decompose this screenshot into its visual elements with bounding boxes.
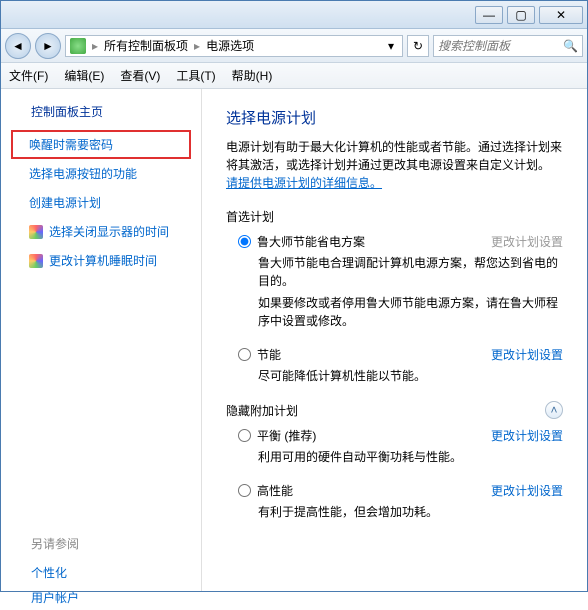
plan-ludashi: 鲁大师节能省电方案 更改计划设置 鲁大师节能电合理调配计算机电源方案，帮您达到省… bbox=[226, 233, 563, 330]
minimize-button[interactable]: — bbox=[475, 6, 503, 24]
minimize-icon: — bbox=[483, 8, 495, 22]
sidebar-link-label: 唤醒时需要密码 bbox=[29, 136, 113, 153]
plan-desc: 有利于提高性能，但会增加功耗。 bbox=[258, 503, 563, 521]
plan-radio-balanced[interactable]: 平衡 (推荐) bbox=[238, 427, 316, 444]
plan-saver: 节能 更改计划设置 尽可能降低计算机性能以节能。 bbox=[226, 346, 563, 385]
breadcrumb-dropdown[interactable]: ▾ bbox=[384, 39, 398, 53]
sidebar-link-label: 选择关闭显示器的时间 bbox=[49, 223, 169, 240]
forward-button[interactable]: ► bbox=[35, 33, 61, 59]
sidebar-link-power-button[interactable]: 选择电源按钮的功能 bbox=[11, 159, 191, 188]
content: 选择电源计划 电源计划有助于最大化计算机的性能或者节能。通过选择计划来将其激活，… bbox=[201, 89, 587, 591]
cp-icon bbox=[70, 38, 86, 54]
search-input[interactable] bbox=[438, 39, 563, 53]
back-button[interactable]: ◄ bbox=[5, 33, 31, 59]
plan-desc: 利用可用的硬件自动平衡功耗与性能。 bbox=[258, 448, 563, 466]
menu-help[interactable]: 帮助(H) bbox=[232, 67, 273, 84]
arrow-left-icon: ◄ bbox=[12, 39, 24, 53]
chevron-right-icon: ▸ bbox=[92, 39, 98, 53]
titlebar: — ▢ ✕ bbox=[1, 1, 587, 29]
menu-tools[interactable]: 工具(T) bbox=[176, 67, 215, 84]
sidebar-head[interactable]: 控制面板主页 bbox=[11, 103, 191, 120]
crumb-all-items[interactable]: 所有控制面板项 bbox=[104, 37, 188, 54]
close-icon: ✕ bbox=[556, 8, 566, 22]
search-box[interactable]: 🔍 bbox=[433, 35, 583, 57]
info-link[interactable]: 请提供电源计划的详细信息。 bbox=[226, 176, 382, 190]
plan-balanced: 平衡 (推荐) 更改计划设置 利用可用的硬件自动平衡功耗与性能。 bbox=[226, 427, 563, 466]
plan-radio-saver[interactable]: 节能 bbox=[238, 346, 281, 363]
menu-edit[interactable]: 编辑(E) bbox=[64, 67, 104, 84]
sidebar-link-label: 选择电源按钮的功能 bbox=[29, 165, 137, 182]
section-preferred: 首选计划 bbox=[226, 208, 563, 225]
chevron-right-icon: ▸ bbox=[194, 39, 200, 53]
plan-radio-ludashi[interactable]: 鲁大师节能省电方案 bbox=[238, 233, 365, 250]
plan-high: 高性能 更改计划设置 有利于提高性能，但会增加功耗。 bbox=[226, 482, 563, 521]
change-plan-link[interactable]: 更改计划设置 bbox=[491, 482, 563, 499]
see-also: 另请参阅 个性化 用户帐户 bbox=[11, 535, 191, 610]
change-plan-link[interactable]: 更改计划设置 bbox=[491, 427, 563, 444]
refresh-icon: ↻ bbox=[413, 39, 423, 53]
chevron-up-icon: ˄ bbox=[550, 403, 557, 417]
sidebar-link-wake-password[interactable]: 唤醒时需要密码 bbox=[11, 130, 191, 159]
breadcrumb[interactable]: ▸ 所有控制面板项 ▸ 电源选项 ▾ bbox=[65, 35, 403, 57]
sidebar-link-label: 创建电源计划 bbox=[29, 194, 101, 211]
page-description: 电源计划有助于最大化计算机的性能或者节能。通过选择计划来将其激活，或选择计划并通… bbox=[226, 138, 563, 192]
see-also-personalization[interactable]: 个性化 bbox=[31, 560, 191, 585]
refresh-button[interactable]: ↻ bbox=[407, 35, 429, 57]
sidebar-link-label: 更改计算机睡眠时间 bbox=[49, 252, 157, 269]
arrow-right-icon: ► bbox=[42, 39, 54, 53]
maximize-button[interactable]: ▢ bbox=[507, 6, 535, 24]
section-label: 首选计划 bbox=[226, 208, 274, 225]
maximize-icon: ▢ bbox=[515, 8, 526, 22]
sidebar-link-display-off[interactable]: 选择关闭显示器的时间 bbox=[11, 217, 191, 246]
sidebar: 控制面板主页 唤醒时需要密码 选择电源按钮的功能 创建电源计划 选择关闭显示器的… bbox=[1, 89, 201, 591]
sidebar-link-create-plan[interactable]: 创建电源计划 bbox=[11, 188, 191, 217]
page-title: 选择电源计划 bbox=[226, 107, 563, 128]
collapse-button[interactable]: ˄ bbox=[545, 401, 563, 419]
change-plan-link[interactable]: 更改计划设置 bbox=[491, 346, 563, 363]
search-icon: 🔍 bbox=[563, 39, 578, 53]
crumb-power-options[interactable]: 电源选项 bbox=[206, 37, 254, 54]
section-label: 隐藏附加计划 bbox=[226, 402, 298, 419]
section-additional: 隐藏附加计划 ˄ bbox=[226, 401, 563, 419]
shield-icon bbox=[29, 254, 43, 268]
shield-icon bbox=[29, 225, 43, 239]
plan-desc: 尽可能降低计算机性能以节能。 bbox=[258, 367, 563, 385]
menu-file[interactable]: 文件(F) bbox=[9, 67, 48, 84]
navbar: ◄ ► ▸ 所有控制面板项 ▸ 电源选项 ▾ ↻ 🔍 bbox=[1, 29, 587, 63]
close-button[interactable]: ✕ bbox=[539, 6, 583, 24]
sidebar-link-sleep-time[interactable]: 更改计算机睡眠时间 bbox=[11, 246, 191, 275]
menubar: 文件(F) 编辑(E) 查看(V) 工具(T) 帮助(H) bbox=[1, 63, 587, 89]
change-plan-link: 更改计划设置 bbox=[491, 233, 563, 250]
plan-desc: 鲁大师节能电合理调配计算机电源方案，帮您达到省电的目的。 bbox=[258, 254, 563, 290]
plan-radio-high[interactable]: 高性能 bbox=[238, 482, 293, 499]
see-also-user-accounts[interactable]: 用户帐户 bbox=[31, 585, 191, 610]
plan-desc2: 如果要修改或者停用鲁大师节能电源方案，请在鲁大师程序中设置或修改。 bbox=[258, 294, 563, 330]
see-also-head: 另请参阅 bbox=[31, 535, 191, 552]
menu-view[interactable]: 查看(V) bbox=[120, 67, 160, 84]
